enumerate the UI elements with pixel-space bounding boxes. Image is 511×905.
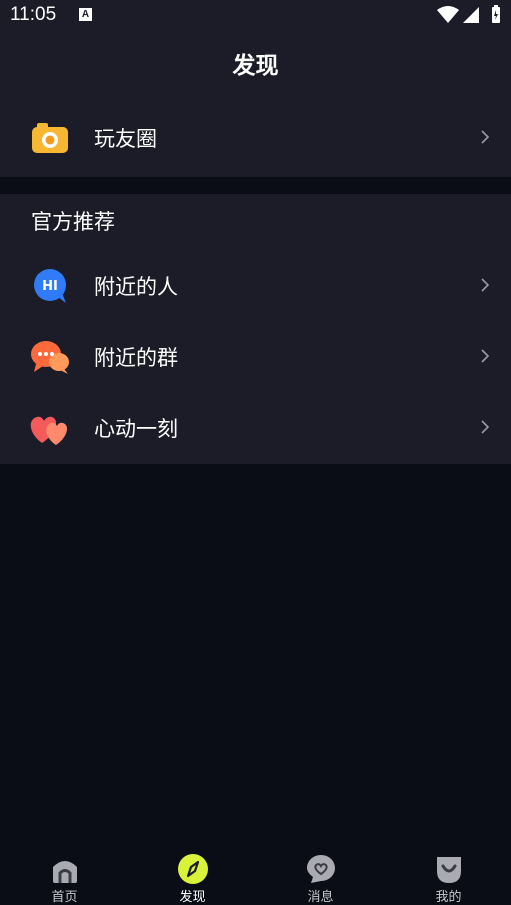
page-header: 发现 [0,30,511,102]
official-section: 官方推荐 HI 附近的人 附近的群 心动一刻 [0,194,511,464]
signal-icon [463,7,479,23]
section-heading: 官方推荐 [31,210,115,234]
nearby-people-row[interactable]: HI 附近的人 [0,250,511,321]
wifi-icon [437,6,459,23]
hearts-icon [30,416,68,445]
chevron-right-icon [481,349,490,363]
moments-label: 玩友圈 [94,127,157,151]
status-time: 11:05 [10,4,57,25]
chevron-right-icon [481,278,490,292]
tab-home-label: 首页 [51,890,78,905]
tab-discover-label: 发现 [179,890,206,905]
message-heart-icon [306,855,335,883]
tab-home[interactable]: 首页 [1,844,128,905]
bottom-tab-bar: 首页 发现 消息 我的 [0,844,511,905]
nearby-groups-row[interactable]: 附近的群 [0,321,511,392]
tab-messages[interactable]: 消息 [257,844,384,905]
nearby-people-label: 附近的人 [94,275,178,299]
heartbeat-row[interactable]: 心动一刻 [0,392,511,463]
heartbeat-label: 心动一刻 [94,417,178,441]
tab-messages-label: 消息 [307,890,334,905]
status-bar: 11:05 A [0,0,511,30]
tab-discover[interactable]: 发现 [129,844,256,905]
profile-smile-icon [436,857,461,883]
tab-profile-label: 我的 [435,890,462,905]
group-chat-icon [31,341,69,374]
camera-icon [32,123,68,153]
status-icons [437,5,500,23]
home-icon [52,861,77,883]
tab-profile[interactable]: 我的 [385,844,511,905]
chevron-right-icon [481,130,490,144]
compass-icon [177,854,208,884]
chevron-right-icon [481,420,490,434]
notification-a-icon: A [79,8,92,21]
moments-section: 玩友圈 [0,102,511,177]
svg-text:HI: HI [42,279,58,294]
moments-row[interactable]: 玩友圈 [0,102,511,173]
page-title: 发现 [232,53,279,79]
hi-bubble-icon: HI [34,269,66,303]
nearby-groups-label: 附近的群 [94,346,178,370]
